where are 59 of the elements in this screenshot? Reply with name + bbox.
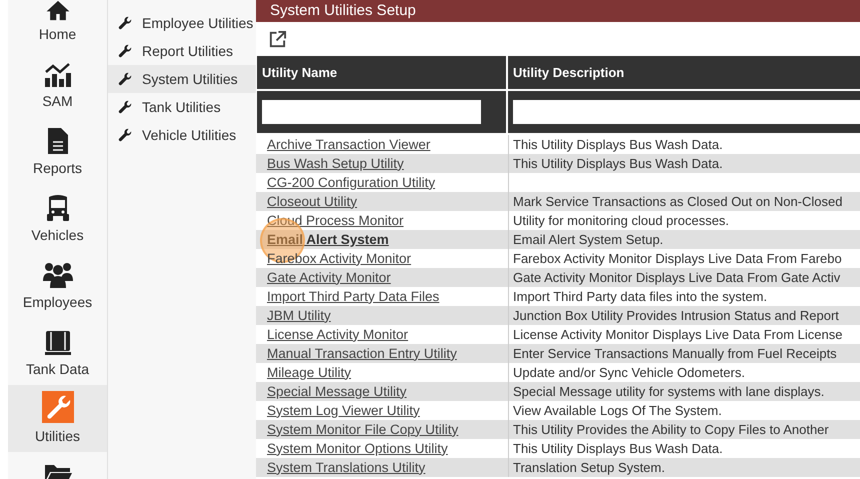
description-cell: Junction Box Utility Provides Intrusion Status and Report (513, 309, 839, 322)
description-cell: Mark Service Transactions as Closed Out on Non-Closed (513, 195, 842, 208)
utility-link[interactable]: Mileage Utility (267, 366, 352, 380)
wrench-icon (118, 72, 132, 86)
utility-link[interactable]: Archive Transaction Viewer (267, 138, 430, 152)
people-icon (42, 261, 74, 289)
column-header[interactable]: Utility Description (508, 56, 860, 89)
utility-link[interactable]: Special Message Utility (267, 384, 407, 398)
filter-field[interactable] (508, 91, 860, 133)
description-cell: Special Message utility for systems with lane displays. (513, 385, 824, 398)
document-icon (46, 127, 68, 155)
submenu-item[interactable]: Vehicle Utilities (108, 121, 256, 149)
utility-link[interactable]: System Log Viewer Utility (267, 404, 420, 418)
description-cell: Utility for monitoring cloud processes. (513, 214, 730, 227)
bus-icon (46, 194, 70, 222)
utility-link[interactable]: Gate Activity Monitor (267, 270, 391, 284)
bar-chart-icon (42, 62, 72, 88)
description-cell: Update and/or Sync Vehicle Odometers. (513, 366, 745, 379)
submenu-item[interactable]: Report Utilities (108, 37, 256, 65)
export-icon[interactable] (268, 30, 287, 48)
nav-item[interactable]: Utilities (8, 385, 107, 452)
tank-icon (42, 330, 72, 356)
submenu-item[interactable]: Employee Utilities (108, 9, 256, 37)
panel-title: System Utilities Setup (270, 0, 416, 21)
description-cell: Gate Activity Monitor Displays Live Data From Gate Activ (513, 271, 840, 284)
utility-link[interactable]: JBM Utility (267, 308, 331, 322)
description-cell: This Utility Displays Bus Wash Data. (513, 442, 723, 455)
wrench-icon (118, 128, 132, 142)
description-cell: View Available Logs Of The System. (513, 404, 722, 417)
utility-link[interactable]: CG-200 Configuration Utility (267, 176, 436, 190)
wrench-icon (118, 16, 132, 30)
utility-link[interactable]: Cloud Process Monitor (267, 214, 404, 228)
description-cell: Translation Setup System. (513, 461, 665, 474)
filter-field[interactable] (257, 91, 506, 133)
description-cell: This Utility Displays Bus Wash Data. (513, 157, 723, 170)
utility-link[interactable]: Import Third Party Data Files (267, 290, 440, 304)
description-cell: Import Third Party data files into the system. (513, 290, 768, 303)
column-header[interactable]: Utility Name (257, 56, 506, 89)
description-cell: Enter Service Transactions Manually from Fuel Receipts (513, 347, 837, 360)
wrench-icon (42, 391, 74, 423)
utility-link[interactable]: System Translations Utility (267, 460, 426, 474)
description-cell: License Activity Monitor Displays Live Data From License (513, 328, 842, 341)
utility-link[interactable]: Bus Wash Setup Utility (267, 156, 404, 170)
wrench-icon (118, 44, 132, 58)
utility-link[interactable]: License Activity Monitor (267, 328, 408, 342)
folder-icon (44, 462, 72, 479)
utility-link[interactable]: Closeout Utility (267, 194, 358, 208)
utility-link[interactable]: Manual Transaction Entry Utility (267, 346, 457, 360)
description-cell: Email Alert System Setup. (513, 233, 664, 246)
submenu-item[interactable]: Tank Utilities (108, 93, 256, 121)
wrench-icon (118, 100, 132, 114)
utility-link[interactable]: Farebox Activity Monitor (267, 252, 412, 266)
description-cell: Farebox Activity Monitor Displays Live Data From Farebo (513, 252, 842, 265)
utility-link[interactable]: Email Alert System (267, 232, 389, 246)
description-cell: This Utility Provides the Ability to Copy Files to Another (513, 423, 829, 436)
submenu-item[interactable]: System Utilities (108, 65, 256, 93)
utility-link[interactable]: System Monitor Options Utility (267, 442, 448, 456)
utility-link[interactable]: System Monitor File Copy Utility (267, 422, 458, 436)
description-cell: This Utility Displays Bus Wash Data. (513, 138, 723, 151)
